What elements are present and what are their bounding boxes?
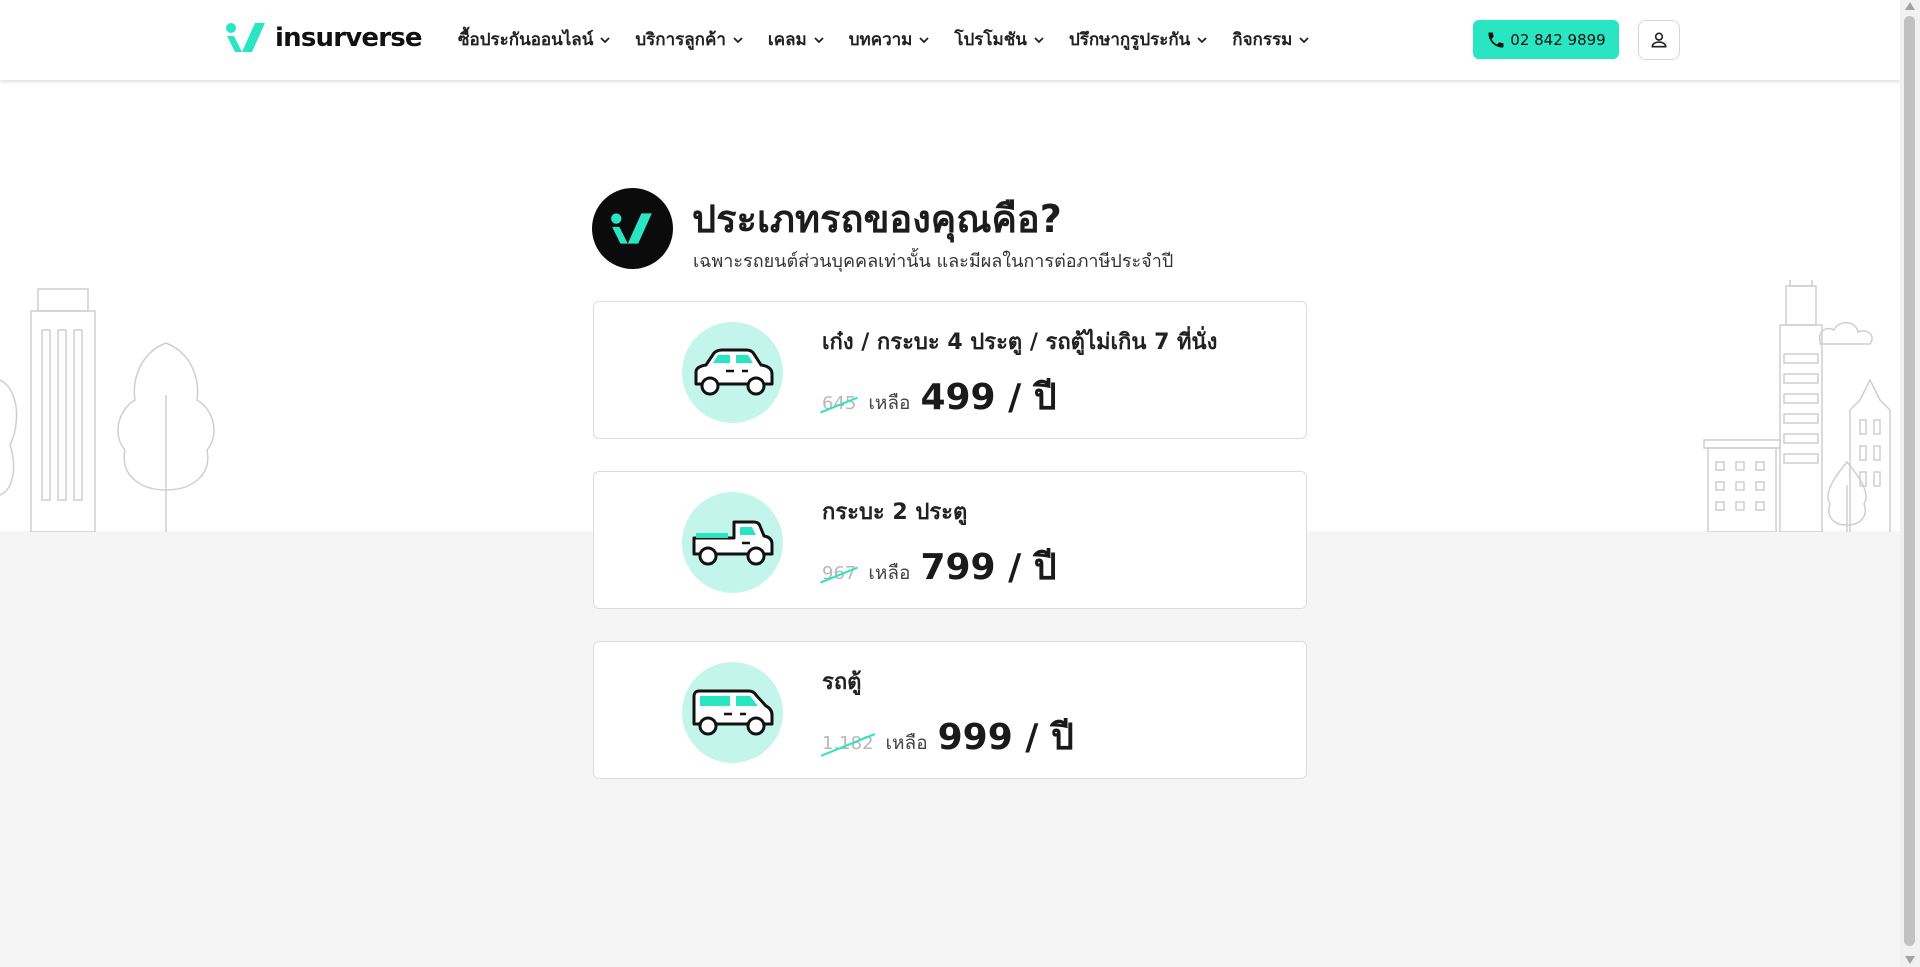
page-scrollbar[interactable]: [1900, 0, 1920, 967]
main-nav: ซื้อประกันออนไลน์ บริการลูกค้า เคลม บทคว…: [458, 26, 1334, 53]
remain-label: เหลือ: [885, 732, 928, 754]
user-account-button[interactable]: [1638, 20, 1680, 60]
vehicle-option-pickup-2door[interactable]: กระบะ 2 ประตู 967 เหลือ 799 / ปี: [593, 471, 1307, 609]
vehicle-type-name: กระบะ 2 ประตู: [822, 500, 968, 525]
nav-item-articles[interactable]: บทความ: [849, 26, 931, 53]
nav-item-label: เคลม: [767, 30, 807, 50]
vehicle-type-name: รถตู้: [822, 670, 862, 695]
chevron-down-icon: [1299, 36, 1309, 43]
price-row: 1,182 เหลือ 999 / ปี: [822, 708, 1074, 765]
nav-item-promotions[interactable]: โปรโมชัน: [954, 26, 1045, 53]
nav-item-label: ซื้อประกันออนไลน์: [458, 30, 594, 50]
city-illustration-left: [0, 288, 215, 532]
nav-item-activities[interactable]: กิจกรรม: [1232, 26, 1310, 53]
old-price: 645: [822, 393, 857, 414]
nav-item-consult[interactable]: ปรึกษากูรูประกัน: [1069, 26, 1208, 53]
current-price: 799 / ปี: [920, 547, 1057, 588]
site-header: insurverse ซื้อประกันออนไลน์ บริการลูกค้…: [0, 0, 1900, 80]
phone-icon: [1488, 32, 1504, 47]
sedan-car-icon: [682, 322, 783, 423]
van-icon: [682, 662, 783, 763]
old-price: 967: [822, 563, 857, 584]
vehicle-type-name: เก๋ง / กระบะ 4 ประตู / รถตู้ไม่เกิน 7 ที…: [822, 330, 1218, 355]
brand-badge: [592, 188, 673, 269]
nav-item-label: กิจกรรม: [1232, 30, 1293, 50]
city-illustration-right: [1703, 280, 1891, 532]
chevron-down-icon: [600, 36, 610, 43]
pickup-truck-icon: [682, 492, 783, 593]
chevron-down-icon: [814, 36, 824, 43]
chevron-down-icon: [1197, 36, 1207, 43]
nav-item-label: ปรึกษากูรูประกัน: [1068, 30, 1191, 50]
phone-number: 02 842 9899: [1510, 30, 1606, 49]
nav-item-label: บริการลูกค้า: [635, 30, 726, 50]
remain-label: เหลือ: [868, 392, 911, 414]
logo-mark-icon: [610, 212, 652, 244]
nav-item-buy-insurance[interactable]: ซื้อประกันออนไลน์: [458, 26, 611, 53]
chevron-down-icon: [733, 36, 743, 43]
remain-label: เหลือ: [868, 562, 911, 584]
page-title: ประเภทรถของคุณคือ?: [692, 197, 1062, 241]
price-row: 967 เหลือ 799 / ปี: [822, 538, 1057, 595]
vehicle-option-van[interactable]: รถตู้ 1,182 เหลือ 999 / ปี: [593, 641, 1307, 779]
current-price: 999 / ปี: [937, 717, 1074, 758]
logo-mark-icon: [226, 23, 265, 52]
nav-item-label: โปรโมชัน: [954, 30, 1027, 50]
scroll-up-arrow-icon[interactable]: [1905, 2, 1915, 10]
user-icon: [1651, 32, 1667, 48]
scrollbar-thumb[interactable]: [1904, 16, 1915, 946]
vehicle-option-sedan[interactable]: เก๋ง / กระบะ 4 ประตู / รถตู้ไม่เกิน 7 ที…: [593, 301, 1307, 439]
call-phone-button[interactable]: 02 842 9899: [1473, 20, 1619, 59]
old-price: 1,182: [822, 733, 874, 754]
chevron-down-icon: [1034, 36, 1044, 43]
nav-item-label: บทความ: [848, 30, 913, 50]
nav-item-claim[interactable]: เคลม: [768, 26, 825, 53]
price-row: 645 เหลือ 499 / ปี: [822, 368, 1057, 425]
logo-text: insurverse: [275, 23, 423, 53]
chevron-down-icon: [919, 36, 930, 43]
insurverse-logo[interactable]: insurverse: [225, 20, 423, 56]
page-subtitle: เฉพาะรถยนต์ส่วนบุคคลเท่านั้น และมีผลในกา…: [693, 251, 1174, 272]
scroll-down-arrow-icon[interactable]: [1905, 956, 1915, 964]
current-price: 499 / ปี: [920, 377, 1057, 418]
nav-item-customer-service[interactable]: บริการลูกค้า: [635, 26, 744, 53]
